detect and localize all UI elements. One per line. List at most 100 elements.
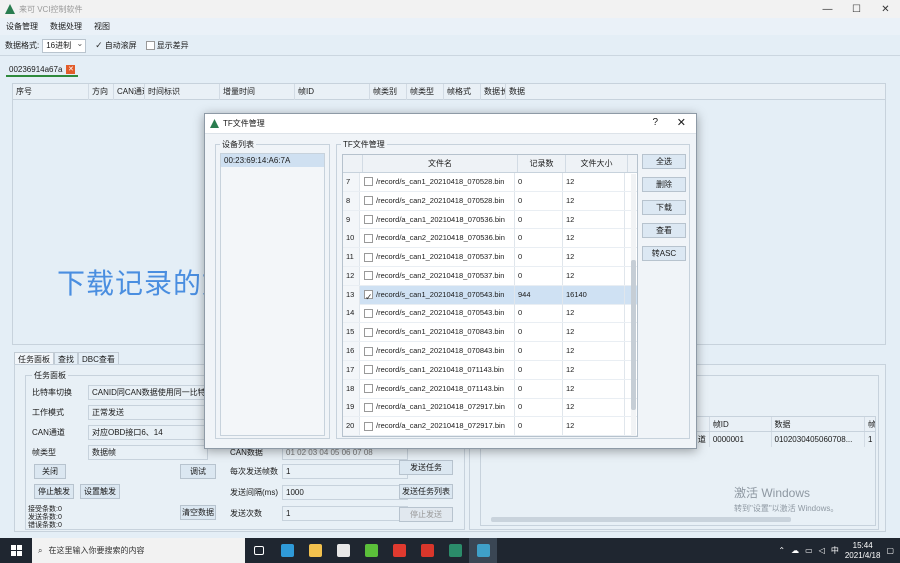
column-header[interactable]: 时间标识 [145,84,220,100]
device-list-item[interactable]: 00:23:69:14:A6:7A [221,154,324,167]
file-checkbox[interactable] [364,346,373,356]
menu-data-processing[interactable]: 数据处理 [50,21,82,32]
taskbar-app-button[interactable] [385,538,413,563]
dialog-close-button[interactable]: ✕ [677,116,686,129]
chevron-up-icon[interactable]: ⌃ [778,546,785,555]
debug-button[interactable]: 调试 [180,464,216,479]
file-row[interactable]: 18/record/s_can2_20210418_071143.bin 0 12 [343,379,637,399]
file-checkbox[interactable] [364,215,373,224]
network-icon[interactable]: ▭ [805,546,813,555]
file-checkbox[interactable] [364,327,373,337]
taskbar-search[interactable]: ⌕ 在这里输入你要搜索的内容 [32,538,245,563]
interval-input[interactable]: 1000 [282,485,408,500]
close-task-button[interactable]: 关闭 [34,464,66,479]
column-header[interactable]: 数据 [772,417,866,431]
file-row[interactable]: 16/record/s_can2_20210418_070843.bin 0 12 [343,342,637,361]
file-row[interactable]: 20/record/a_can2_20210418_072917.bin 0 12 [343,417,637,436]
file-checkbox[interactable] [364,402,373,412]
file-row[interactable]: 9/record/a_can1_20210418_070536.bin 0 12 [343,210,637,230]
file-row[interactable]: 8/record/s_can2_20210418_070528.bin 0 12 [343,191,637,211]
bitrate-switch-select[interactable]: CANID同CAN数据使用同一比特率 [88,385,208,400]
frame-type-select[interactable]: 数据帧 [88,445,208,460]
per-send-input[interactable]: 1 [282,464,408,479]
menu-view[interactable]: 视图 [94,21,110,32]
column-header[interactable]: 帧 [865,417,875,431]
file-checkbox[interactable] [364,177,373,187]
file-checkbox[interactable] [364,421,373,431]
can-channel-select[interactable]: 对应OBD接口6、14 [88,425,208,440]
stop-send-button[interactable]: 停止发送 [399,507,453,522]
view-button[interactable]: 查看 [642,223,686,238]
cloud-icon[interactable]: ☁ [791,546,799,555]
file-checkbox[interactable] [364,308,373,318]
taskbar-app-button[interactable] [441,538,469,563]
column-header[interactable]: 增量时间 [220,84,295,100]
file-row[interactable]: 13/record/s_can1_20210418_070543.bin 9441… [343,285,637,305]
column-header[interactable]: 文件大小 [566,155,628,172]
file-row[interactable]: 14/record/s_can2_20210418_070543.bin 0 12 [343,304,637,324]
column-header[interactable]: CAN通道 [114,84,145,100]
column-header[interactable]: 帧类别 [370,84,407,100]
set-trigger-button[interactable]: 设置触发 [80,484,120,499]
file-row[interactable]: 12/record/s_can2_20210418_070537.bin 0 12 [343,266,637,286]
help-button[interactable]: ? [652,117,658,128]
notification-icon[interactable]: ▢ [886,546,894,555]
taskbar-app-button[interactable] [329,538,357,563]
column-header[interactable]: 帧ID [710,417,772,431]
start-button[interactable] [0,538,32,563]
column-header[interactable]: 数据 [506,84,883,100]
file-row[interactable]: 17/record/s_can1_20210418_071143.bin 0 12 [343,360,637,380]
column-header[interactable]: 帧格式 [444,84,481,100]
close-button[interactable]: ✕ [871,0,900,18]
file-checkbox[interactable] [364,271,373,281]
column-header[interactable]: 帧ID [295,84,370,100]
minimize-button[interactable]: — [813,0,842,18]
maximize-button[interactable]: ☐ [842,0,871,18]
taskbar-app-button[interactable] [357,538,385,563]
stop-trigger-button[interactable]: 停止触发 [34,484,74,499]
send-task-list-button[interactable]: 发送任务列表 [399,484,453,499]
delete-button[interactable]: 删除 [642,177,686,192]
download-button[interactable]: 下载 [642,200,686,215]
convert-asc-button[interactable]: 转ASC [642,246,686,261]
taskbar-app-button[interactable] [273,538,301,563]
column-header[interactable]: 记录数 [518,155,566,172]
send-count-input[interactable]: 1 [282,506,408,521]
show-diff-checkbox[interactable]: 显示差异 [145,40,189,51]
clock[interactable]: 15:44 2021/4/18 [845,541,881,561]
vertical-scrollbar[interactable] [631,174,636,436]
volume-icon[interactable]: ◁ [819,546,825,555]
taskbar-app-button[interactable] [469,538,497,563]
auto-scroll-checkbox[interactable]: ✓ 自动滚屏 [95,40,137,51]
scrollbar-thumb[interactable] [631,260,636,410]
column-header[interactable]: 帧类型 [407,84,444,100]
clear-data-button[interactable]: 清空数据 [180,505,216,520]
file-checkbox[interactable] [364,384,373,394]
file-row[interactable]: 7/record/s_can1_20210418_070528.bin 0 12 [343,172,637,192]
horizontal-scrollbar[interactable] [491,517,791,522]
file-row[interactable]: 19/record/a_can1_20210418_072917.bin 0 12 [343,398,637,418]
column-header[interactable]: 数据长 [481,84,506,100]
file-row[interactable]: 10/record/a_can2_20210418_070536.bin 0 12 [343,229,637,249]
column-header[interactable]: 序号 [13,84,89,100]
taskbar-app-button[interactable] [245,538,273,563]
file-checkbox[interactable] [364,252,373,262]
work-mode-select[interactable]: 正常发送 [88,405,208,420]
file-checkbox[interactable] [364,288,373,304]
taskbar-app-button[interactable] [413,538,441,563]
ime-indicator[interactable]: 中 [831,545,839,556]
column-header[interactable]: 文件名 [363,155,518,172]
send-task-button[interactable]: 发送任务 [399,460,453,475]
file-checkbox[interactable] [364,233,373,243]
data-format-select[interactable]: 16进制 [42,38,87,53]
column-header[interactable]: 方向 [89,84,114,100]
device-tab[interactable]: 00236914a67a ✕ [6,63,79,77]
tab-close-icon[interactable]: ✕ [66,64,76,74]
file-checkbox[interactable] [364,196,373,206]
file-row[interactable]: 11/record/s_can1_20210418_070537.bin 0 12 [343,248,637,267]
file-row[interactable]: 15/record/s_can1_20210418_070843.bin 0 12 [343,323,637,343]
file-checkbox[interactable] [364,365,373,375]
taskbar-app-button[interactable] [301,538,329,563]
menu-device-management[interactable]: 设备管理 [6,21,38,32]
select-all-button[interactable]: 全选 [642,154,686,169]
